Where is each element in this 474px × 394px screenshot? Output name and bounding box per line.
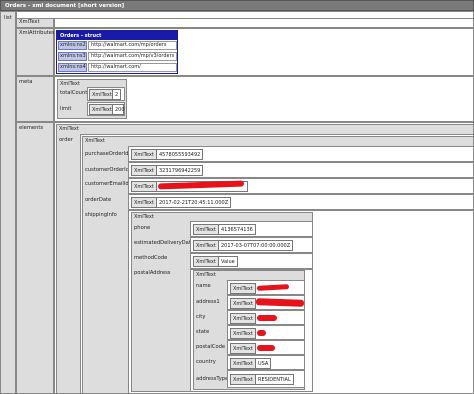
totalcount-label: totalCount [60, 90, 88, 96]
order-label: order [59, 137, 73, 143]
phone-label: phone [134, 225, 151, 231]
xmltext-tag: XmlText [89, 104, 115, 115]
address1-label: address1 [196, 299, 220, 305]
xmltext-value-cell [54, 18, 474, 28]
struct-value: http://walmart.com/mp/v3/orders [88, 52, 177, 61]
methodcode-value: Value [218, 256, 238, 267]
xmltext-tag: XmlText [230, 328, 256, 339]
redaction-mark [257, 345, 275, 351]
order-xmltext-header: XmlText [85, 138, 105, 144]
orders-struct: Orders - struct xmlns:ns2 http://walmart… [56, 30, 178, 74]
estimateddeliverydate-label: estimatedDeliveryDate [134, 240, 195, 246]
xmltext-tag: XmlText [131, 165, 157, 176]
totalcount-value: 2 [112, 89, 121, 100]
shippinginfo-label: shippingInfo [85, 212, 117, 218]
xmltext-tag: XmlText [193, 224, 219, 235]
struct-key[interactable]: xmlns:ns2 [58, 41, 87, 50]
xmltext-tag: XmlText [131, 149, 157, 160]
list-label-cell [0, 11, 16, 394]
methodcode-label: methodCode [134, 255, 168, 261]
xmltext-tag: XmlText [131, 181, 157, 192]
customerorderid-value: 3231796942259 [156, 165, 204, 176]
xmltext-tag: XmlText [230, 374, 256, 385]
country-label: country [196, 359, 216, 365]
struct-header[interactable]: Orders - struct [57, 31, 177, 40]
phone-value: 4136574136 [218, 224, 256, 235]
struct-row: xmlns:ns2 http://walmart.com/mp/orders [57, 41, 179, 50]
elements-xmltext-header: XmlText [59, 126, 79, 132]
xmltext-tag: XmlText [230, 298, 256, 309]
customeremailid-label: customerEmailId [85, 181, 129, 187]
postaladdress-xmltext-header: XmlText [196, 272, 216, 278]
edd-value: 2017-03-07T07:00:00.000Z [218, 240, 294, 251]
name-label: name [196, 283, 211, 289]
struct-key[interactable]: xmlns:ns3 [58, 52, 87, 61]
struct-value: http://walmart.com/mp/orders [88, 41, 177, 50]
orderdate-label: orderDate [85, 197, 112, 203]
list-label: list [4, 15, 12, 21]
elements-label-cell [16, 122, 54, 394]
xmltext-tag: XmlText [230, 313, 256, 324]
elements-label: elements [19, 125, 44, 131]
purchaseorderid-value: 4578055593492 [156, 149, 204, 160]
state-label: state [196, 329, 210, 335]
city-label: city [196, 314, 206, 320]
struct-key[interactable]: xmlns:ns4 [58, 63, 87, 72]
struct-row: xmlns:ns3 http://walmart.com/mp/v3/order… [57, 52, 179, 61]
struct-value: http://walmart.com/ [88, 63, 177, 72]
xmltext-tag: XmlText [131, 197, 157, 208]
redaction-mark [257, 330, 266, 336]
purchaseorderid-label: purchaseOrderId [85, 151, 129, 157]
xmltext-tag: XmlText [230, 283, 256, 294]
country-value: USA [255, 358, 272, 369]
xmltext-tag: XmlText [89, 89, 115, 100]
redaction-mark [257, 315, 277, 321]
meta-xmltext-header: XmlText [60, 81, 80, 87]
dump-title: Orders - xml document [short version] [5, 3, 125, 9]
shippinginfo-xmltext-header: XmlText [134, 214, 154, 220]
orderdate-value: 2017-02-21T20:45:11.000Z [156, 197, 232, 208]
limit-value: 200 [112, 104, 125, 115]
struct-row: xmlns:ns4 http://walmart.com/ [57, 63, 179, 72]
xmltext-tag: XmlText [193, 240, 219, 251]
postalcode-label: postalCode [196, 344, 226, 350]
dump-title-bar[interactable]: Orders - xml document [short version] [0, 0, 474, 11]
postaladdress-label: postalAddress [134, 270, 171, 276]
xmltext-tag: XmlText [230, 358, 256, 369]
limit-label: limit [60, 106, 72, 112]
addresstype-label: addressType [196, 376, 229, 382]
xmltext-tag: XmlText [230, 343, 256, 354]
meta-label: meta [19, 79, 33, 85]
addresstype-value: RESIDENTIAL [255, 374, 294, 385]
customerorderid-label: customerOrderId [85, 167, 129, 173]
xmltext-tag: XmlText [193, 256, 219, 267]
xmltext-label: XmlText [19, 19, 40, 25]
xmlattributes-label: XmlAttributes [19, 30, 55, 36]
